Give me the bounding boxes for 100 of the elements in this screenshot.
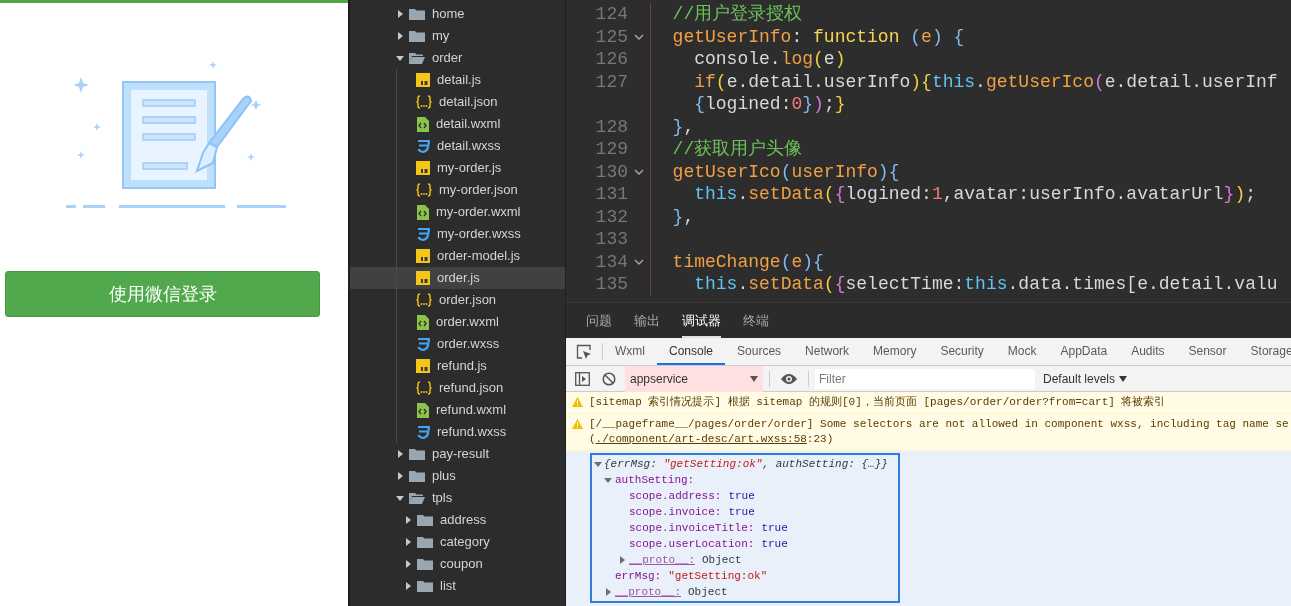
code-line: },	[671, 206, 695, 227]
markup-file-icon	[416, 402, 429, 418]
levels-dropdown[interactable]: Default levels	[1043, 369, 1128, 388]
collapsed-arrow-icon[interactable]	[604, 588, 612, 596]
js-file-icon	[416, 271, 430, 285]
devtools-tab[interactable]: Mock	[995, 338, 1049, 365]
folder-item[interactable]: address	[350, 509, 565, 531]
file-item[interactable]: order.json	[350, 289, 565, 311]
inspect-icon[interactable]	[576, 343, 592, 360]
collapsed-arrow-icon[interactable]	[404, 582, 412, 590]
panel-tab[interactable]: 问题	[586, 305, 612, 338]
folder-icon	[417, 535, 433, 549]
file-item[interactable]: detail.wxss	[350, 135, 565, 157]
file-item[interactable]: refund.json	[350, 377, 565, 399]
panel-tab[interactable]: 输出	[634, 305, 660, 338]
line-number: 127	[595, 71, 628, 92]
braces-file-icon	[416, 381, 432, 395]
folder-item[interactable]: category	[350, 531, 565, 553]
folder-icon	[417, 513, 433, 527]
folder-item[interactable]: my	[350, 25, 565, 47]
collapsed-arrow-icon[interactable]	[404, 538, 412, 546]
folder-item[interactable]: home	[350, 3, 565, 25]
code-line: console.log(e)	[693, 49, 846, 69]
source-link[interactable]: ./component/art-desc/art.wxss:58	[595, 433, 807, 445]
property-entry: __proto__: Object	[615, 584, 728, 600]
folder-item[interactable]: pay-result	[350, 443, 565, 465]
js-file-icon	[416, 73, 430, 87]
file-item[interactable]: refund.wxss	[350, 421, 565, 443]
folder-icon	[417, 557, 433, 571]
line-number: 131	[595, 184, 628, 204]
object-summary[interactable]: {errMsg: "getSetting:ok", authSetting: {…}}	[604, 455, 888, 473]
clear-console-icon[interactable]	[602, 371, 616, 386]
file-item[interactable]: detail.json	[350, 91, 565, 113]
folder-item[interactable]: list	[350, 575, 565, 597]
folder-item[interactable]: tpls	[350, 487, 565, 509]
filter-field[interactable]: Filter	[815, 368, 1035, 389]
file-item[interactable]: my-order.js	[350, 157, 565, 179]
line-number: 135	[595, 274, 628, 294]
file-item[interactable]: order-model.js	[350, 245, 565, 267]
sidebar-toggle-icon[interactable]	[575, 371, 590, 386]
js-file-icon	[416, 359, 430, 373]
file-item[interactable]: my-order.json	[350, 179, 565, 201]
devtools-tab[interactable]: Sources	[725, 338, 794, 365]
expanded-arrow-icon[interactable]	[594, 460, 602, 468]
expanded-arrow-icon[interactable]	[604, 476, 612, 484]
file-item[interactable]: my-order.wxml	[350, 201, 565, 223]
file-item[interactable]: order.wxml	[350, 311, 565, 333]
open-folder-icon	[409, 51, 425, 65]
devtools-tab[interactable]: Audits	[1119, 338, 1177, 365]
line-number: 126	[595, 49, 628, 69]
collapsed-arrow-icon[interactable]	[396, 32, 404, 40]
panel-tab[interactable]: 终端	[743, 305, 769, 338]
folder-item[interactable]: coupon	[350, 553, 565, 575]
fold-chevron-icon[interactable]	[634, 168, 644, 175]
collapsed-arrow-icon[interactable]	[404, 516, 412, 524]
css-file-icon	[416, 337, 430, 351]
markup-file-icon	[416, 116, 429, 132]
context-select[interactable]: appservice	[625, 365, 763, 392]
devtools-tab[interactable]: AppData	[1048, 338, 1120, 365]
folder-icon	[409, 469, 425, 483]
markup-file-icon	[416, 204, 429, 220]
collapsed-arrow-icon[interactable]	[396, 10, 404, 18]
file-item[interactable]: order.js	[350, 267, 565, 289]
collapsed-arrow-icon[interactable]	[396, 472, 404, 480]
folder-item[interactable]: order	[350, 47, 565, 69]
expanded-arrow-icon[interactable]	[396, 494, 404, 502]
message-text: [sitemap 索引情况提示] 根据 sitemap 的规则[0]，当前页面 [pages/order/order?from=cart] 将被索引	[589, 395, 1166, 410]
code-line: getUserIco(userInfo){	[671, 161, 900, 182]
devtools-tab[interactable]: Sensor	[1176, 338, 1239, 365]
collapsed-arrow-icon[interactable]	[404, 560, 412, 568]
warning-icon	[572, 419, 583, 429]
file-item[interactable]: detail.js	[350, 69, 565, 91]
file-item[interactable]: refund.wxml	[350, 399, 565, 421]
fold-chevron-icon[interactable]	[634, 258, 644, 265]
file-item[interactable]: detail.wxml	[350, 113, 565, 135]
code-line: timeChange(e){	[671, 251, 824, 272]
code-line: if(e.detail.userInfo){this.getUserIco(e.detail.userInf	[693, 71, 1278, 92]
fold-chevron-icon[interactable]	[634, 33, 644, 40]
file-item[interactable]: my-order.wxss	[350, 223, 565, 245]
braces-file-icon	[416, 293, 432, 307]
devtools-tab[interactable]: Wxml	[603, 338, 657, 365]
collapsed-arrow-icon[interactable]	[618, 556, 626, 564]
expanded-arrow-icon[interactable]	[396, 54, 404, 62]
property-entry: authSetting:	[615, 472, 695, 488]
devtools-tab[interactable]: Security	[928, 338, 996, 365]
warning-icon	[572, 397, 583, 407]
devtools-tab[interactable]: Network	[793, 338, 862, 365]
js-file-icon	[416, 249, 430, 263]
css-file-icon	[416, 139, 430, 153]
line-number: 129	[595, 139, 628, 159]
open-folder-icon	[409, 491, 425, 505]
message-text: [/__pageframe__/pages/order/order] Some selectors are not allowed in component wxss, including tag name se	[589, 417, 1289, 432]
folder-item[interactable]: plus	[350, 465, 565, 487]
file-item[interactable]: order.wxss	[350, 333, 565, 355]
collapsed-arrow-icon[interactable]	[396, 450, 404, 458]
eye-icon[interactable]	[780, 372, 798, 385]
file-item[interactable]: refund.js	[350, 355, 565, 377]
css-file-icon	[416, 425, 430, 439]
folder-icon	[409, 29, 425, 43]
devtools-tab[interactable]: Memory	[861, 338, 929, 365]
